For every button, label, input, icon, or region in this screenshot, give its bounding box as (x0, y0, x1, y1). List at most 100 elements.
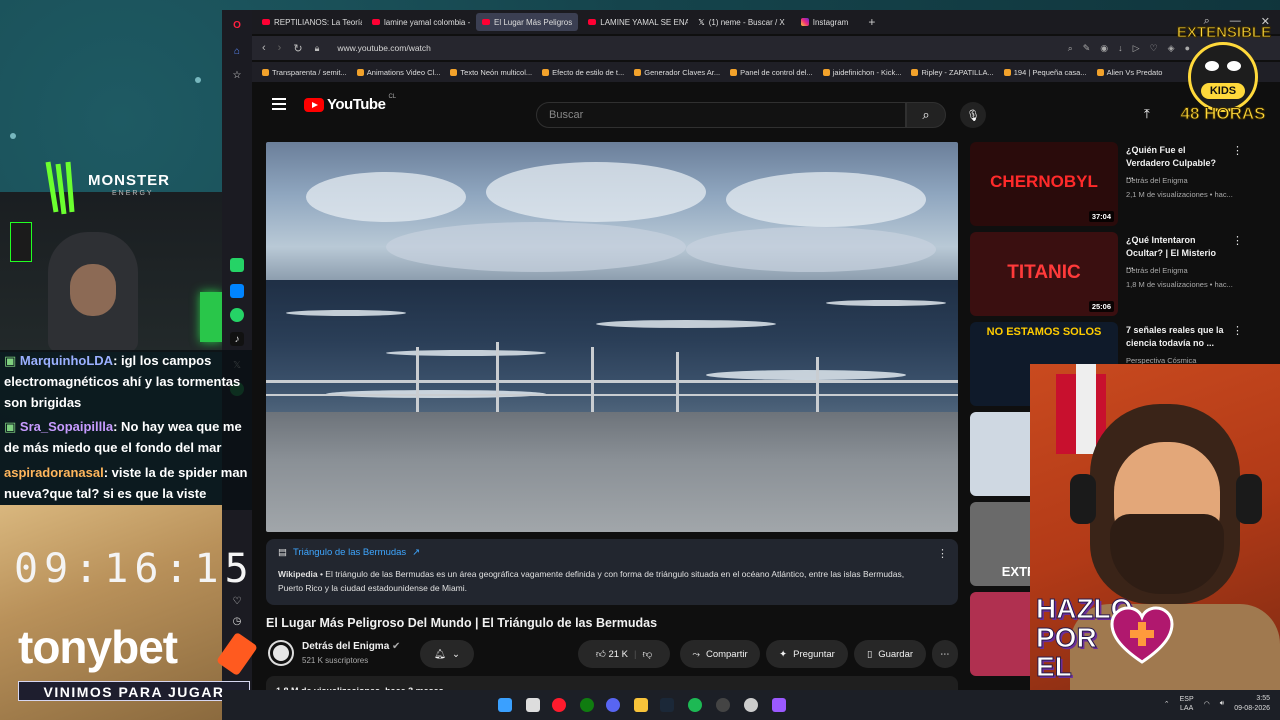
lock-icon: 🔒︎ (314, 42, 320, 53)
info-body: Wikipedia • El triángulo de las Bermudas… (278, 567, 928, 595)
notification-bell-button[interactable]: 🔔︎ ⌄ (420, 640, 474, 668)
heart-icon[interactable]: ♡ (230, 594, 244, 608)
recommended-meta: Detrás del Enigma 1,8 M de visualizacione… (1126, 264, 1256, 292)
recommended-channel[interactable]: Detrás del Enigma (1126, 174, 1256, 188)
search-button[interactable]: ⌕ (906, 102, 946, 128)
channel-avatar[interactable] (270, 642, 292, 664)
recommended-video[interactable]: TITANIC 25:06 ¿Qué Intentaron Ocultar? | E… (970, 232, 1270, 316)
messenger-icon[interactable] (230, 284, 244, 298)
zoom-icon[interactable]: ⌕ (1068, 43, 1073, 54)
lang-layout: LAA (1180, 705, 1194, 712)
camera-icon[interactable]: ◉ (1100, 43, 1108, 54)
wifi-icon[interactable]: ◠ (1204, 700, 1210, 708)
search-input[interactable]: Buscar (536, 102, 906, 128)
forward-icon[interactable]: › (278, 42, 282, 54)
bookmark-star-icon[interactable]: ☆ (230, 68, 244, 82)
more-options-icon[interactable]: ⋮ (937, 547, 948, 560)
more-options-icon[interactable]: ⋮ (1232, 324, 1243, 337)
more-actions-button[interactable]: ⋯ (932, 640, 958, 668)
chevron-up-icon[interactable]: ⌃ (1164, 700, 1170, 708)
browser-tab[interactable]: LAMINE YAMAL SE ENAM (582, 13, 688, 31)
dislike-icon[interactable]: 👎︎ (642, 648, 652, 660)
save-button[interactable]: ▯ Guardar (854, 640, 926, 668)
back-icon[interactable]: ‹ (262, 42, 266, 54)
tab-label: lamine yamal colombia - Y (384, 17, 472, 27)
cloud (386, 222, 686, 272)
recommended-title[interactable]: 7 señales reales que la ciencia todavía … (1126, 324, 1226, 350)
bookmark-item[interactable]: Transparenta / semit... (262, 68, 347, 77)
video-duration: 25:06 (1088, 301, 1114, 312)
video-thumbnail[interactable]: CHERNOBYL 37:04 (970, 142, 1118, 226)
info-source[interactable]: Wikipedia (278, 569, 318, 579)
share-button[interactable]: ⤳ Compartir (680, 640, 760, 668)
info-text: • El triángulo de las Bermudas es un áre… (278, 569, 905, 593)
home-icon[interactable]: ⌂ (230, 44, 244, 58)
chrome-icon[interactable] (744, 698, 758, 712)
bookmark-item[interactable]: jaidefinichon - Kick... (822, 68, 901, 77)
file-explorer-icon[interactable] (634, 698, 648, 712)
bookmark-item[interactable]: Panel de control del... (730, 68, 813, 77)
whatsapp-icon[interactable] (230, 308, 244, 322)
tiktok-icon[interactable]: ♪ (230, 332, 244, 346)
spotify-taskbar-icon[interactable] (688, 698, 702, 712)
favorite-icon[interactable]: ♡ (1150, 43, 1158, 54)
recommended-channel[interactable]: Detrás del Enigma (1126, 264, 1256, 278)
channel-name[interactable]: Detrás del Enigma ✔ (302, 641, 400, 652)
more-options-icon[interactable]: ⋮ (1232, 234, 1243, 247)
voice-search-button[interactable]: 🎙︎ (960, 102, 986, 128)
like-count: 21 K (608, 649, 628, 660)
xbox-icon[interactable] (580, 698, 594, 712)
download-icon[interactable]: ↓ (1118, 43, 1123, 54)
bookmark-favicon-icon (634, 68, 642, 76)
youtube-logo[interactable]: YouTube CL (304, 94, 396, 113)
edit-icon[interactable]: ✎ (1083, 43, 1091, 54)
windows-start-icon[interactable] (498, 698, 512, 712)
browser-tab[interactable]: El Lugar Más Peligros (476, 13, 579, 31)
recommended-video[interactable]: CHERNOBYL 37:04 ¿Quién Fue el Verdadero Cu… (970, 142, 1270, 226)
bookmark-item[interactable]: Generador Claves Ar... (634, 68, 720, 77)
video-player[interactable] (266, 142, 958, 532)
browser-tab[interactable]: lamine yamal colombia - Y (366, 13, 472, 31)
play-icon[interactable]: ▷ (1133, 43, 1140, 54)
bookmark-item[interactable]: Efecto de estilo de t... (542, 68, 624, 77)
opera-icon[interactable]: O (230, 18, 244, 32)
decor-dot (195, 77, 201, 83)
ask-button[interactable]: ✦ Preguntar (766, 640, 848, 668)
more-options-icon[interactable]: ⋮ (1232, 144, 1243, 157)
bookmark-item[interactable]: Alien Vs Predato (1096, 68, 1162, 77)
steam-icon[interactable] (660, 698, 674, 712)
clock-tray[interactable]: 3:55 09-08-2026 (1234, 694, 1270, 714)
discord-icon[interactable] (606, 698, 620, 712)
new-tab-icon[interactable]: + (868, 15, 875, 29)
sponsor-logo: tonybet (18, 621, 178, 673)
video-thumbnail[interactable]: TITANIC 25:06 (970, 232, 1118, 316)
history-icon[interactable]: ◷ (230, 614, 244, 628)
volume-icon[interactable]: 🔊︎ (1220, 700, 1224, 708)
url-field[interactable]: www.youtube.com/watch (337, 43, 431, 53)
hamburger-menu-icon[interactable] (272, 98, 286, 110)
like-button[interactable]: 👍︎ 21 K (596, 648, 628, 660)
chat-username: MarquinhoLDA (19, 353, 114, 368)
info-title[interactable]: ▤ Triángulo de las Bermudas ↗ (278, 547, 420, 558)
language-indicator[interactable]: ESP LAA (1180, 695, 1194, 713)
app-icon[interactable] (772, 698, 786, 712)
tab-label: Instagram (812, 17, 849, 27)
reload-icon[interactable]: ↻ (293, 42, 302, 55)
browser-tab[interactable]: Instagram (795, 13, 855, 31)
extensible-logo: EXTENSIBLE KIDS 48 HORAS (1168, 22, 1278, 134)
bookmark-item[interactable]: 194 | Pequeña casa... (1003, 68, 1087, 77)
bookmark-item[interactable]: Ripley - ZAPATILLA... (911, 68, 994, 77)
opera-taskbar-icon[interactable] (552, 698, 566, 712)
browser-tab[interactable]: REPTILIANOS: La Teoría C (256, 13, 362, 31)
chatgpt-icon[interactable] (230, 258, 244, 272)
railing-post (676, 352, 679, 417)
task-view-icon[interactable] (526, 698, 540, 712)
obs-icon[interactable] (716, 698, 730, 712)
bookmark-item[interactable]: Texto Neón multicol... (450, 68, 532, 77)
browser-tab[interactable]: 𝕏 (1) neme - Buscar / X (692, 13, 790, 31)
video-sea (266, 280, 958, 430)
upload-icon[interactable]: ⤒ (1144, 106, 1150, 122)
bookmark-label: Transparenta / semit... (272, 67, 347, 77)
bookmark-item[interactable]: Animations Video Cl... (356, 68, 440, 77)
youtube-icon (262, 19, 270, 25)
